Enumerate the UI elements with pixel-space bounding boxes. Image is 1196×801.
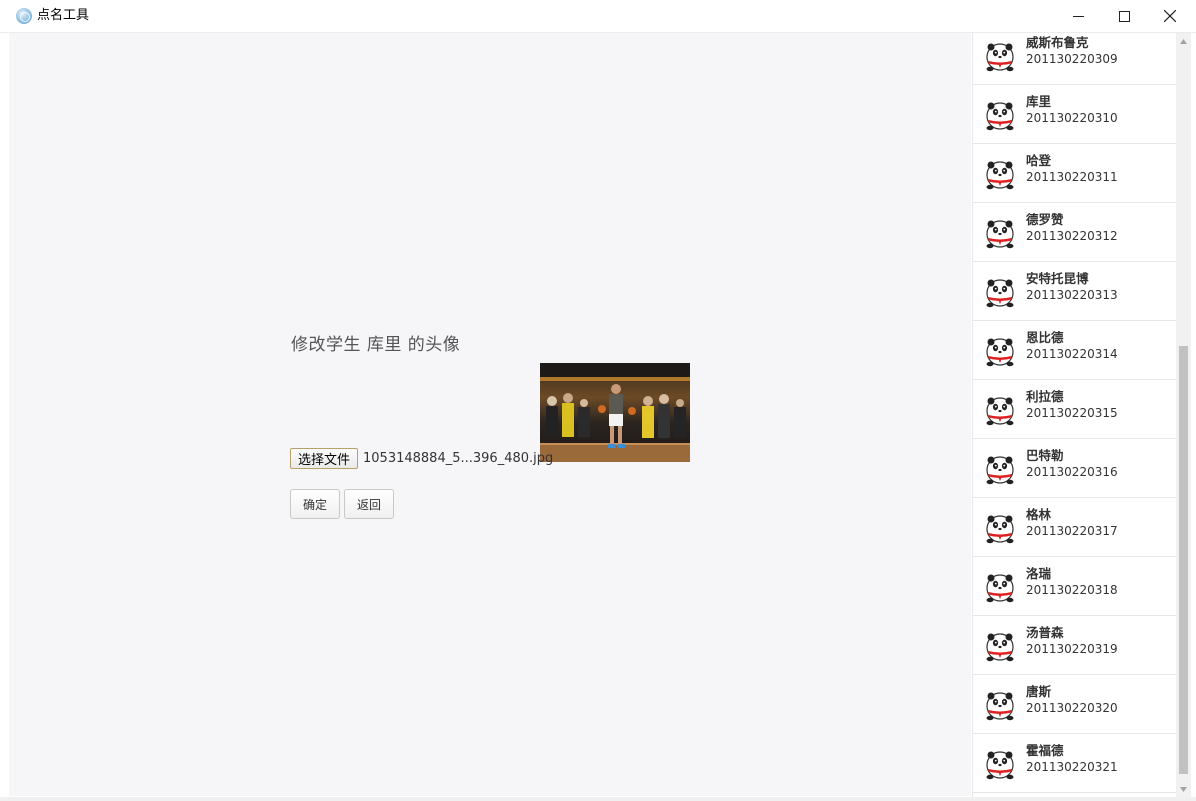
panda-avatar-icon bbox=[986, 633, 1014, 662]
panda-avatar-icon bbox=[986, 456, 1014, 485]
panda-avatar-icon bbox=[986, 574, 1014, 603]
student-name: 哈登 bbox=[1026, 153, 1052, 168]
app-globe-icon bbox=[16, 8, 32, 24]
student-id: 201130220320 bbox=[1026, 701, 1118, 715]
avatar-preview-image bbox=[540, 363, 690, 462]
maximize-button[interactable] bbox=[1101, 0, 1147, 32]
student-id: 201130220309 bbox=[1026, 52, 1118, 66]
student-list-item[interactable]: 汤普森 201130220319 bbox=[973, 617, 1176, 675]
main-content: 修改学生 库里 的头像 选择文件 1053148884_5...396_480.… bbox=[9, 33, 971, 796]
student-name: 安特托昆博 bbox=[1026, 271, 1089, 286]
student-id: 201130220313 bbox=[1026, 288, 1118, 302]
student-list-item[interactable]: 格林 201130220317 bbox=[973, 499, 1176, 557]
student-id: 201130220315 bbox=[1026, 406, 1118, 420]
window-bottom-edge bbox=[0, 797, 1196, 801]
panda-avatar-icon bbox=[986, 43, 1014, 72]
student-id: 201130220311 bbox=[1026, 170, 1118, 184]
vertical-scrollbar[interactable] bbox=[1176, 33, 1191, 797]
minimize-button[interactable] bbox=[1055, 0, 1101, 32]
student-name: 恩比德 bbox=[1026, 330, 1064, 345]
student-list-item[interactable]: 库里 201130220310 bbox=[973, 86, 1176, 144]
panda-avatar-icon bbox=[986, 751, 1014, 780]
student-list-item[interactable]: 德罗赞 201130220312 bbox=[973, 204, 1176, 262]
panda-avatar-icon bbox=[986, 220, 1014, 249]
student-name: 库里 bbox=[1026, 94, 1052, 109]
back-button[interactable]: 返回 bbox=[344, 489, 394, 519]
title-bar: 点名工具 bbox=[0, 0, 1196, 33]
panda-avatar-icon bbox=[986, 397, 1014, 426]
student-id: 201130220318 bbox=[1026, 583, 1118, 597]
page-title: 修改学生 库里 的头像 bbox=[291, 335, 461, 355]
scroll-down-arrow[interactable] bbox=[1176, 781, 1191, 797]
confirm-button[interactable]: 确定 bbox=[290, 489, 340, 519]
panda-avatar-icon bbox=[986, 338, 1014, 367]
student-id: 201130220312 bbox=[1026, 229, 1118, 243]
close-button[interactable] bbox=[1147, 0, 1193, 32]
student-id: 201130220314 bbox=[1026, 347, 1118, 361]
panda-avatar-icon bbox=[986, 161, 1014, 190]
student-id: 201130220316 bbox=[1026, 465, 1118, 479]
maximize-icon bbox=[1118, 10, 1130, 22]
chevron-up-icon bbox=[1180, 38, 1187, 44]
student-list-item[interactable]: 安特托昆博 201130220313 bbox=[973, 263, 1176, 321]
student-name: 巴特勒 bbox=[1026, 448, 1064, 463]
panda-avatar-icon bbox=[986, 515, 1014, 544]
student-list-item[interactable]: 哈登 201130220311 bbox=[973, 145, 1176, 203]
selected-file-name: 1053148884_5...396_480.jpg bbox=[363, 450, 554, 466]
student-name: 格林 bbox=[1026, 507, 1052, 522]
choose-file-button[interactable]: 选择文件 bbox=[290, 447, 359, 469]
chevron-down-icon bbox=[1180, 786, 1187, 792]
student-list-item[interactable]: 巴特勒 201130220316 bbox=[973, 440, 1176, 498]
student-name: 唐斯 bbox=[1026, 684, 1052, 699]
panda-avatar-icon bbox=[986, 102, 1014, 131]
minimize-icon bbox=[1072, 15, 1084, 17]
student-list-item[interactable]: 恩比德 201130220314 bbox=[973, 322, 1176, 380]
student-list-item[interactable]: 利拉德 201130220315 bbox=[973, 381, 1176, 439]
scroll-up-arrow[interactable] bbox=[1176, 33, 1191, 49]
panda-avatar-icon bbox=[986, 692, 1014, 721]
student-name: 利拉德 bbox=[1026, 389, 1064, 404]
panda-avatar-icon bbox=[986, 279, 1014, 308]
student-list-item[interactable]: 霍福德 201130220321 bbox=[973, 735, 1176, 793]
student-name: 德罗赞 bbox=[1026, 212, 1064, 227]
student-list-item[interactable]: 威斯布鲁克 201130220309 bbox=[973, 33, 1176, 85]
student-id: 201130220321 bbox=[1026, 760, 1118, 774]
close-icon bbox=[1164, 10, 1176, 22]
student-id: 201130220319 bbox=[1026, 642, 1118, 656]
student-name: 霍福德 bbox=[1026, 743, 1064, 758]
student-list-item[interactable]: 唐斯 201130220320 bbox=[973, 676, 1176, 734]
student-name: 洛瑞 bbox=[1026, 566, 1052, 581]
student-id: 201130220317 bbox=[1026, 524, 1118, 538]
student-name: 威斯布鲁克 bbox=[1026, 35, 1089, 50]
student-list: 威斯布鲁克 201130220309 库里 201130220310 哈登 20… bbox=[972, 33, 1176, 797]
file-input-row: 选择文件 1053148884_5...396_480.jpg bbox=[290, 447, 553, 469]
student-name: 汤普森 bbox=[1026, 625, 1064, 640]
scrollbar-thumb[interactable] bbox=[1179, 346, 1188, 774]
student-id: 201130220310 bbox=[1026, 111, 1118, 125]
window-title: 点名工具 bbox=[37, 8, 90, 23]
student-list-item[interactable]: 洛瑞 201130220318 bbox=[973, 558, 1176, 616]
